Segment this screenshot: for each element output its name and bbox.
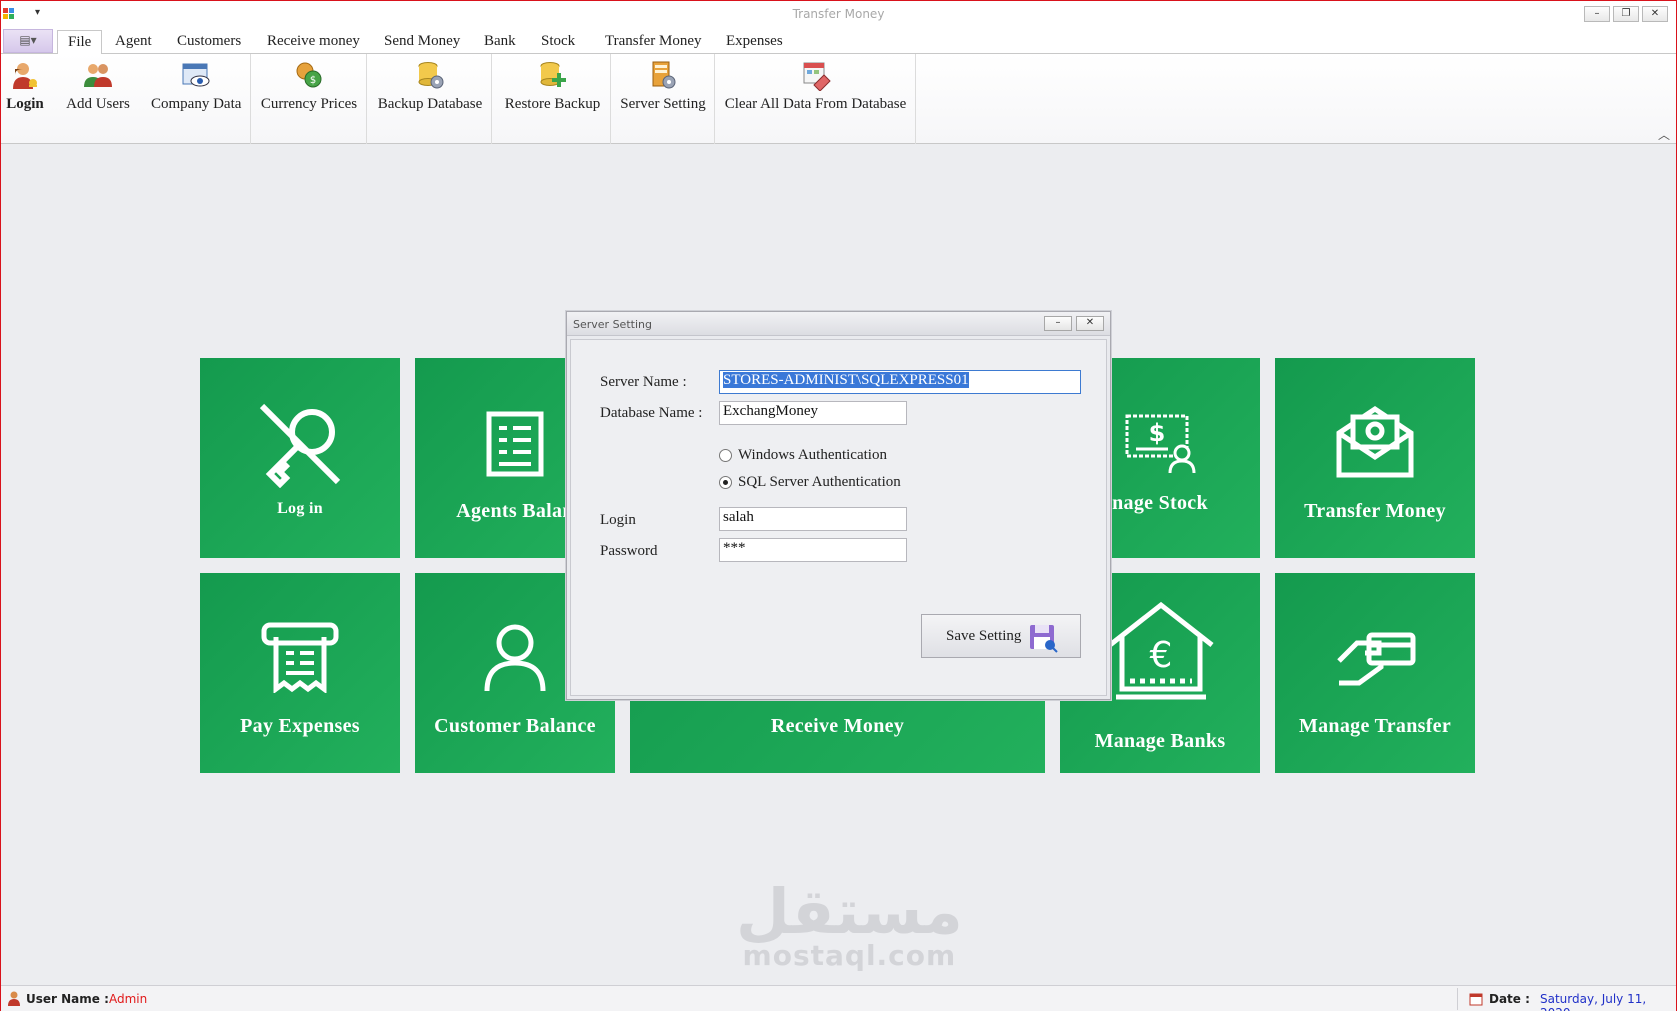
dialog-body: Server Name : STORES-ADMINIST\SQLEXPRESS…: [570, 339, 1107, 696]
collapse-ribbon-icon[interactable]: ︿: [1658, 126, 1670, 143]
tile-label: Transfer Money: [1304, 500, 1446, 522]
tile-manage-transfer[interactable]: Manage Transfer: [1275, 573, 1475, 773]
server-setting-dialog: Server Setting – ✕ Server Name : STORES-…: [566, 311, 1111, 700]
save-setting-button[interactable]: Save Setting: [921, 614, 1081, 658]
server-name-input[interactable]: STORES-ADMINIST\SQLEXPRESS01: [719, 370, 1081, 394]
dialog-close-button[interactable]: ✕: [1076, 316, 1104, 331]
floppy-disk-icon: [1030, 625, 1058, 653]
svg-text:€: €: [1150, 635, 1173, 676]
tile-label: Receive Money: [770, 715, 905, 737]
user-name-value: Admin: [109, 992, 148, 1006]
login-ribbon-button[interactable]: Login: [5, 54, 45, 132]
person-icon: [484, 624, 546, 692]
dialog-title: Server Setting: [567, 312, 1110, 336]
tile-log-in[interactable]: Log in: [200, 358, 400, 558]
tab-bank[interactable]: Bank: [474, 30, 526, 54]
tab-agent[interactable]: Agent: [105, 30, 162, 54]
login-input[interactable]: salah: [719, 507, 907, 531]
users-icon: [84, 64, 112, 87]
tab-file[interactable]: File: [57, 30, 103, 55]
tile-label: Customer Balance: [434, 715, 596, 737]
tile-transfer-money[interactable]: Transfer Money: [1275, 358, 1475, 558]
sql-auth-radio[interactable]: SQL Server Authentication: [719, 474, 901, 491]
password-label: Password: [600, 543, 658, 559]
clear-all-data-ribbon-button[interactable]: Clear All Data From Database: [723, 54, 908, 132]
password-input[interactable]: ***: [719, 538, 907, 562]
dialog-minimize-button[interactable]: –: [1044, 316, 1072, 331]
tile-label: Pay Expenses: [240, 715, 360, 737]
user-icon: [8, 991, 20, 1006]
database-name-label: Database Name :: [600, 405, 703, 421]
building-icon: [486, 411, 544, 477]
key-crossed-icon: [259, 403, 341, 488]
radio-indicator: [719, 476, 732, 489]
database-add-icon: [540, 62, 566, 87]
watermark: مستقل mostaql.com: [736, 875, 963, 973]
tile-label: Manage Transfer: [1298, 715, 1452, 737]
login-label: Login: [600, 512, 636, 528]
add-users-ribbon-button[interactable]: Add Users: [63, 54, 133, 132]
svg-text:$: $: [310, 75, 316, 86]
coins-icon: $: [296, 62, 322, 88]
database-name-input[interactable]: ExchangMoney: [719, 401, 907, 425]
hand-card-icon: [1337, 632, 1416, 686]
tile-label: Manage Banks: [1094, 730, 1226, 752]
currency-prices-ribbon-button[interactable]: $ Currency Prices: [259, 54, 359, 132]
tab-customers[interactable]: Customers: [167, 30, 251, 54]
cheque-person-icon: $: [1125, 414, 1196, 474]
status-bar: User Name : Admin Date : Saturday, July …: [1, 985, 1676, 1011]
restore-button[interactable]: ❐: [1613, 6, 1639, 22]
tab-receive-money[interactable]: Receive money: [257, 30, 370, 54]
close-button[interactable]: ✕: [1642, 6, 1668, 22]
user-name-label: User Name :: [26, 992, 109, 1006]
application-menu-button[interactable]: ▤▾: [3, 29, 53, 53]
date-value: Saturday, July 11, 2020: [1540, 992, 1647, 1011]
receipt-icon: [261, 622, 339, 693]
radio-indicator: [719, 449, 732, 462]
date-label: Date :: [1489, 992, 1530, 1006]
server-name-label: Server Name :: [600, 374, 687, 390]
tile-label: Log in: [277, 500, 323, 517]
eraser-icon: [803, 62, 831, 91]
tab-send-money[interactable]: Send Money: [374, 30, 470, 54]
tab-transfer-money[interactable]: Transfer Money: [595, 30, 712, 54]
title-bar: ▾ Transfer Money – ❐ ✕: [1, 1, 1676, 28]
minimize-button[interactable]: –: [1584, 6, 1610, 22]
window-title: Transfer Money: [792, 7, 885, 21]
backup-database-ribbon-button[interactable]: Backup Database: [375, 54, 485, 132]
window-eye-icon: [182, 63, 210, 87]
svg-text:$: $: [1149, 419, 1166, 447]
user-key-icon: [13, 63, 37, 89]
tile-pay-expenses[interactable]: Pay Expenses: [200, 573, 400, 773]
database-gear-icon: [418, 62, 444, 89]
tab-stock[interactable]: Stock: [531, 30, 585, 54]
tab-expenses[interactable]: Expenses: [716, 30, 793, 54]
bank-euro-icon: €: [1108, 601, 1214, 700]
ribbon: Login Add Users Company Data $ Currency …: [1, 54, 1676, 144]
money-envelope-icon: [1336, 405, 1414, 478]
windows-auth-radio[interactable]: Windows Authentication: [719, 447, 887, 464]
restore-backup-ribbon-button[interactable]: Restore Backup: [500, 54, 605, 132]
ribbon-tab-bar: ▤▾ File Agent Customers Receive money Se…: [1, 28, 1676, 55]
status-divider: [1457, 988, 1458, 1010]
server-gear-icon: [652, 61, 676, 89]
calendar-icon: [1469, 993, 1483, 1006]
server-setting-ribbon-button[interactable]: Server Setting: [619, 54, 707, 132]
company-data-ribbon-button[interactable]: Company Data: [151, 54, 241, 132]
